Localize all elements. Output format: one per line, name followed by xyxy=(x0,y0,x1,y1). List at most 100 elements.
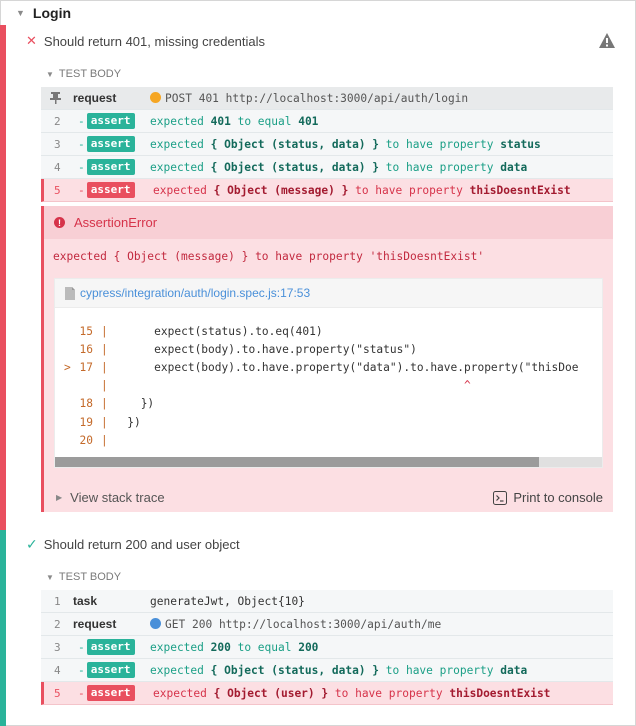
command-row-assert[interactable]: 3 - assert expected 200 to equal 200 xyxy=(41,636,613,659)
message-part: status xyxy=(500,137,541,151)
request-url: http://localhost:3000/api/auth/login xyxy=(225,91,469,105)
request-url: http://localhost:3000/api/auth/me xyxy=(218,617,442,631)
command-number: 3 xyxy=(54,137,61,151)
command-number: 1 xyxy=(54,594,61,608)
command-row-request[interactable]: 2 request GET 200 http://localhost:3000/… xyxy=(41,613,613,636)
test-header-passed[interactable]: ✓ Should return 200 and user object xyxy=(26,532,636,556)
code-line: 19 | }) xyxy=(55,413,141,431)
code-text: expect(status).to.eq(401) xyxy=(113,324,323,338)
test-title: Should return 401, missing credentials xyxy=(43,33,266,49)
message-part: data xyxy=(500,160,528,174)
view-stack-trace-button[interactable]: View stack trace xyxy=(70,490,164,505)
command-row-assert[interactable]: 4 - assert expected { Object (status, data)… xyxy=(41,156,613,179)
http-status: 200 xyxy=(191,617,213,631)
code-text: }) xyxy=(113,415,141,429)
code-line: | ^ xyxy=(55,377,471,395)
message-part: { Object (user) } xyxy=(213,686,329,700)
gutter-separator: | xyxy=(101,379,108,393)
code-frame: cypress/integration/auth/login.spec.js:1… xyxy=(54,278,603,468)
collapse-caret-icon: ▼ xyxy=(46,69,54,79)
message-part: 200 xyxy=(210,640,231,654)
message-part: to have property xyxy=(348,183,470,197)
message-part: 200 xyxy=(298,640,319,654)
command-number: 2 xyxy=(54,114,61,128)
message-part: expected xyxy=(150,160,211,174)
suite-header[interactable]: ▼ Login xyxy=(0,0,636,25)
test-body-toggle[interactable]: ▼ TEST BODY xyxy=(46,570,121,584)
code-line: 15 | expect(status).to.eq(401) xyxy=(55,322,323,340)
gutter-separator: | xyxy=(101,415,108,429)
test-body-toggle[interactable]: ▼ TEST BODY xyxy=(46,67,121,81)
message-part: thisDoesntExist xyxy=(469,183,571,197)
code-text: expect(body).to.have.property("data").to… xyxy=(113,360,579,374)
message-part: expected xyxy=(150,640,211,654)
message-part: to have property xyxy=(379,663,501,677)
command-number: 2 xyxy=(54,617,61,631)
command-message: expected 200 to equal 200 xyxy=(150,641,318,654)
message-part: to equal xyxy=(230,114,299,128)
assert-badge: assert xyxy=(86,662,135,678)
command-number: 4 xyxy=(54,663,61,677)
terminal-icon xyxy=(493,490,508,505)
command-message: expected { Object (user) } to have prope… xyxy=(153,687,550,700)
command-list: request POST 401 http://localhost:3000/a… xyxy=(41,87,613,202)
command-row-assert-failed[interactable]: 5 - assert expected { Object (user) } to ha… xyxy=(41,682,613,705)
message-part: { Object (status, data) } xyxy=(210,137,380,151)
assert-badge-wrap: - assert xyxy=(78,159,135,175)
code-line: >17 | expect(body).to.have.property("data… xyxy=(55,358,579,376)
section-label: TEST BODY xyxy=(58,68,122,80)
command-row-assert[interactable]: 3 - assert expected { Object (status, data)… xyxy=(41,133,613,156)
code-line: 16 | expect(body).to.have.property("statu… xyxy=(55,340,417,358)
message-part: { Object (status, data) } xyxy=(210,160,380,174)
passed-status-bar xyxy=(0,530,6,726)
warning-icon xyxy=(599,33,615,48)
assert-badge: assert xyxy=(86,182,135,198)
http-method: GET xyxy=(165,617,186,631)
code-file-header: cypress/integration/auth/login.spec.js:1… xyxy=(55,279,602,308)
assert-badge-wrap: - assert xyxy=(78,182,135,198)
test-title: Should return 200 and user object xyxy=(43,536,240,552)
command-message: POST 401 http://localhost:3000/api/auth/… xyxy=(150,91,469,105)
command-row-assert[interactable]: 4 - assert expected { Object (status, data)… xyxy=(41,659,613,682)
error-panel: ! AssertionError expected { Object (mess… xyxy=(41,206,613,512)
error-title-bar: ! AssertionError xyxy=(44,206,613,239)
assert-badge: assert xyxy=(86,159,135,175)
command-row-assert[interactable]: 2 - assert expected 401 to equal 401 xyxy=(41,110,613,133)
line-number: 18 xyxy=(79,397,93,411)
scrollbar-thumb[interactable] xyxy=(55,457,539,467)
message-part: 401 xyxy=(210,114,231,128)
message-part: to have property xyxy=(328,686,450,700)
message-part: to have property xyxy=(379,160,501,174)
http-status: 401 xyxy=(198,91,219,105)
suite-title: Login xyxy=(32,4,72,21)
message-part: to have property xyxy=(379,137,501,151)
file-link[interactable]: cypress/integration/auth/login.spec.js:1… xyxy=(80,286,310,300)
error-circle-icon: ! xyxy=(54,217,65,228)
message-part: to equal xyxy=(230,640,299,654)
message-part: expected xyxy=(150,137,211,151)
status-dot-icon xyxy=(150,617,161,629)
error-footer: ▶ View stack trace Print to console xyxy=(44,482,613,512)
command-message: expected { Object (status, data) } to ha… xyxy=(150,664,527,677)
current-line-arrow-icon: > xyxy=(64,360,71,374)
message-part: data xyxy=(500,663,528,677)
command-row-task[interactable]: 1 task generateJwt, Object{10} xyxy=(41,590,613,613)
command-message: expected { Object (message) } to have pr… xyxy=(153,184,571,197)
message-part: 401 xyxy=(298,114,319,128)
print-to-console-button[interactable]: Print to console xyxy=(493,490,603,505)
print-label: Print to console xyxy=(513,490,603,505)
horizontal-scrollbar[interactable] xyxy=(55,457,602,467)
line-number: 15 xyxy=(79,324,93,338)
message-part: { Object (status, data) } xyxy=(210,663,380,677)
assert-badge-wrap: - assert xyxy=(78,113,135,129)
test-header-failed[interactable]: ✕ Should return 401, missing credentials xyxy=(26,29,636,53)
message-part: expected xyxy=(150,663,211,677)
status-dot-icon xyxy=(150,91,161,103)
command-row-request[interactable]: request POST 401 http://localhost:3000/a… xyxy=(41,87,613,110)
command-row-assert-failed[interactable]: 5 - assert expected { Object (message) } to… xyxy=(41,179,613,202)
code-line: 20 | xyxy=(55,431,114,449)
assert-badge: assert xyxy=(86,639,135,655)
section-label: TEST BODY xyxy=(58,571,122,583)
command-number: 5 xyxy=(54,183,61,197)
command-message: expected { Object (status, data) } to ha… xyxy=(150,138,541,151)
